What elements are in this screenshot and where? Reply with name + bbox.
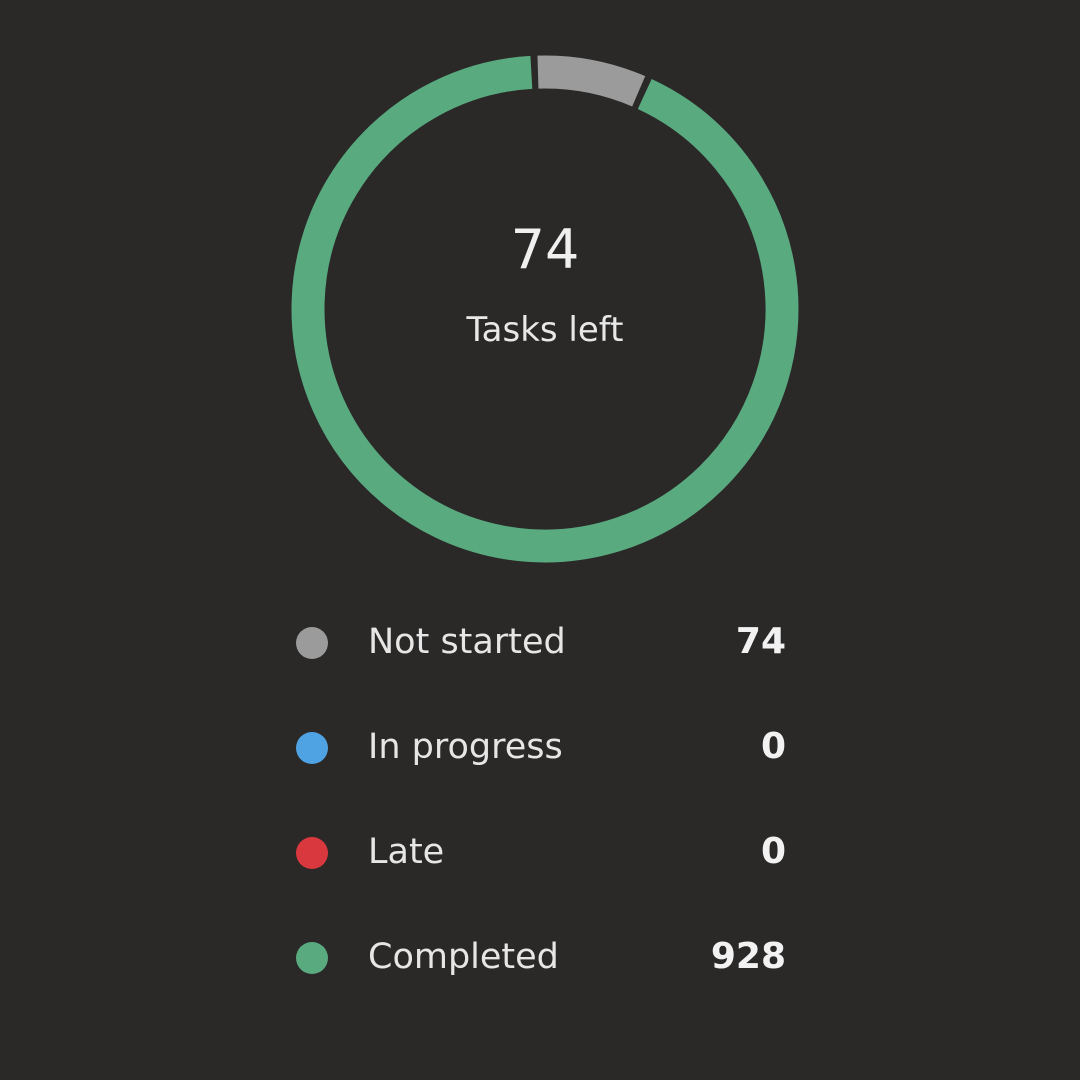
not-started-dot-icon	[296, 627, 328, 659]
in-progress-dot-icon	[296, 732, 328, 764]
legend-label: Completed	[368, 937, 559, 977]
legend-value: 74	[735, 621, 786, 662]
legend-value: 0	[760, 726, 786, 767]
task-status-widget: 74 Tasks left Not started 74 In progress…	[0, 0, 1080, 1080]
completed-dot-icon	[296, 942, 328, 974]
late-dot-icon	[296, 837, 328, 869]
donut-segments	[291, 55, 799, 563]
legend-item-not-started: Not started 74	[292, 590, 786, 695]
donut-segment-not-started	[537, 55, 646, 107]
legend-item-late: Late 0	[292, 800, 786, 905]
task-donut-chart: 74 Tasks left	[291, 55, 799, 563]
legend-value: 0	[760, 831, 786, 872]
legend-item-in-progress: In progress 0	[292, 695, 786, 800]
legend-label: Not started	[368, 622, 566, 662]
chart-legend: Not started 74 In progress 0 Late 0 Comp…	[292, 590, 786, 1010]
tasks-left-label: Tasks left	[466, 310, 624, 350]
legend-label: Late	[368, 832, 445, 872]
legend-item-completed: Completed 928	[292, 905, 786, 1010]
legend-label: In progress	[368, 727, 563, 767]
tasks-left-count: 74	[511, 218, 580, 281]
legend-value: 928	[710, 936, 786, 977]
